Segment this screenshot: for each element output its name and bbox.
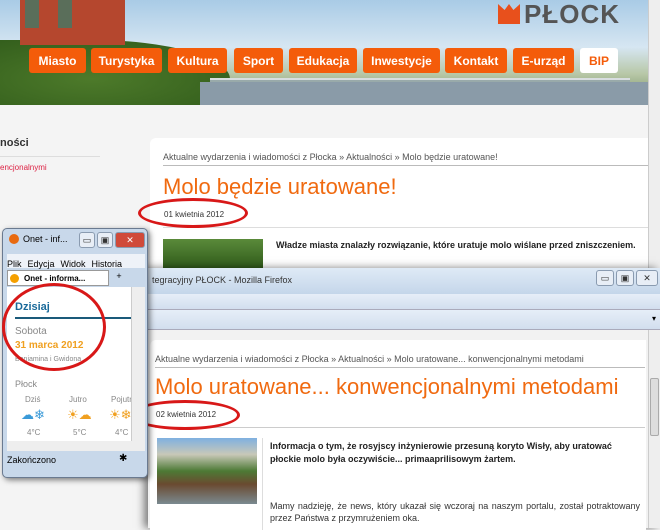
forecast-temp: 5°C [73, 428, 87, 437]
nav-kultura[interactable]: Kultura [168, 48, 227, 73]
nav-e-urzad[interactable]: E-urząd [513, 48, 574, 73]
minimize-button[interactable]: ▭ [79, 232, 95, 248]
divider [262, 438, 263, 530]
close-button[interactable]: ✕ [115, 232, 145, 248]
breadcrumb[interactable]: Aktualne wydarzenia i wiadomości z Płock… [155, 354, 584, 364]
nav-sport[interactable]: Sport [234, 48, 283, 73]
nav-kontakt[interactable]: Kontakt [445, 48, 507, 73]
annotation-circle [138, 198, 248, 228]
menu-historia[interactable]: Historia [92, 259, 123, 269]
bridge-image [210, 78, 630, 82]
maximize-button[interactable]: ▣ [616, 270, 634, 286]
vertical-scrollbar[interactable] [648, 330, 660, 528]
divider [155, 427, 645, 428]
nav-inwestycje[interactable]: Inwestycje [363, 48, 440, 73]
firefox-icon [9, 234, 19, 244]
tab-bar[interactable]: ▾ [148, 310, 660, 330]
menu-plik[interactable]: Plik [7, 259, 22, 269]
firefox-window: tegracyjny PŁOCK - Mozilla Firefox ▭ ▣ ✕… [148, 268, 660, 530]
nav-edukacja[interactable]: Edukacja [289, 48, 357, 73]
vertical-scrollbar[interactable] [131, 287, 145, 447]
scrollbar-thumb[interactable] [650, 378, 659, 436]
horizontal-scrollbar[interactable] [7, 441, 145, 451]
divider [0, 156, 100, 157]
forecast-day: Pojutr [111, 395, 132, 404]
article-image[interactable] [163, 239, 263, 269]
logo-text: PŁOCK [524, 0, 620, 29]
maximize-button[interactable]: ▣ [97, 232, 113, 248]
page-content: Aktualne wydarzenia i wiadomości z Płock… [148, 330, 648, 530]
new-tab-button[interactable]: + [111, 271, 127, 285]
article-lead: Informacja o tym, że rosyjscy inżynierow… [270, 441, 612, 464]
divider [155, 367, 645, 368]
breadcrumb[interactable]: Aktualne wydarzenia i wiadomości z Płock… [163, 152, 498, 162]
article-lead: Władze miasta znalazły rozwiązanie, któr… [276, 240, 636, 250]
window-title: tegracyjny PŁOCK - Mozilla Firefox [152, 275, 293, 285]
article-paragraph: Mamy nadzieję, że news, który ukazał się… [270, 501, 640, 523]
forecast-day: Dziś [25, 395, 41, 404]
forecast-day: Jutro [69, 395, 87, 404]
article-panel: Aktualne wydarzenia i wiadomości z Płock… [150, 340, 646, 530]
divider [163, 227, 648, 228]
background-scrollbar[interactable] [648, 0, 660, 268]
sidebar-title: ności [0, 137, 29, 149]
tower [25, 0, 39, 28]
minimize-button[interactable]: ▭ [596, 270, 614, 286]
snow-icon: ☁❄ [21, 407, 45, 422]
menu-bar: Plik Edycja Widok Historia [7, 254, 145, 269]
tower [58, 0, 72, 28]
city[interactable]: Płock [15, 379, 37, 389]
onet-icon [10, 274, 19, 283]
nav-miasto[interactable]: Miasto [29, 48, 86, 73]
sidebar-link[interactable]: encjonalnymi [0, 163, 47, 172]
sun-snow-icon: ☀❄ [109, 407, 132, 422]
nav-turystyka[interactable]: Turystyka [91, 48, 162, 73]
menu-bar [148, 294, 660, 310]
menu-edycja[interactable]: Edycja [28, 259, 55, 269]
logo-icon [498, 4, 520, 24]
article-image[interactable] [157, 438, 257, 504]
annotation-circle [2, 283, 106, 371]
divider [163, 165, 648, 166]
forecast-temp: 4°C [115, 428, 129, 437]
tab-label: Onet - informa... [24, 274, 86, 283]
river-image [200, 82, 648, 105]
forecast-temp: 4°C [27, 428, 41, 437]
nav-bip[interactable]: BIP [580, 48, 618, 73]
status-text: Zakończono [7, 455, 57, 465]
bug-icon[interactable]: ✱ [119, 453, 127, 464]
menu-widok[interactable]: Widok [61, 259, 86, 269]
partly-cloudy-icon: ☀☁ [67, 407, 92, 422]
close-button[interactable]: ✕ [636, 270, 658, 286]
window-titlebar[interactable]: tegracyjny PŁOCK - Mozilla Firefox ▭ ▣ ✕ [148, 268, 660, 294]
tab-list-icon[interactable]: ▾ [652, 314, 656, 323]
window-title: Onet - inf... [23, 234, 68, 244]
article-title: Molo będzie uratowane! [163, 174, 397, 199]
plock-logo[interactable]: PŁOCK [498, 0, 620, 29]
article-title: Molo uratowane... konwencjonalnymi metod… [155, 374, 619, 399]
